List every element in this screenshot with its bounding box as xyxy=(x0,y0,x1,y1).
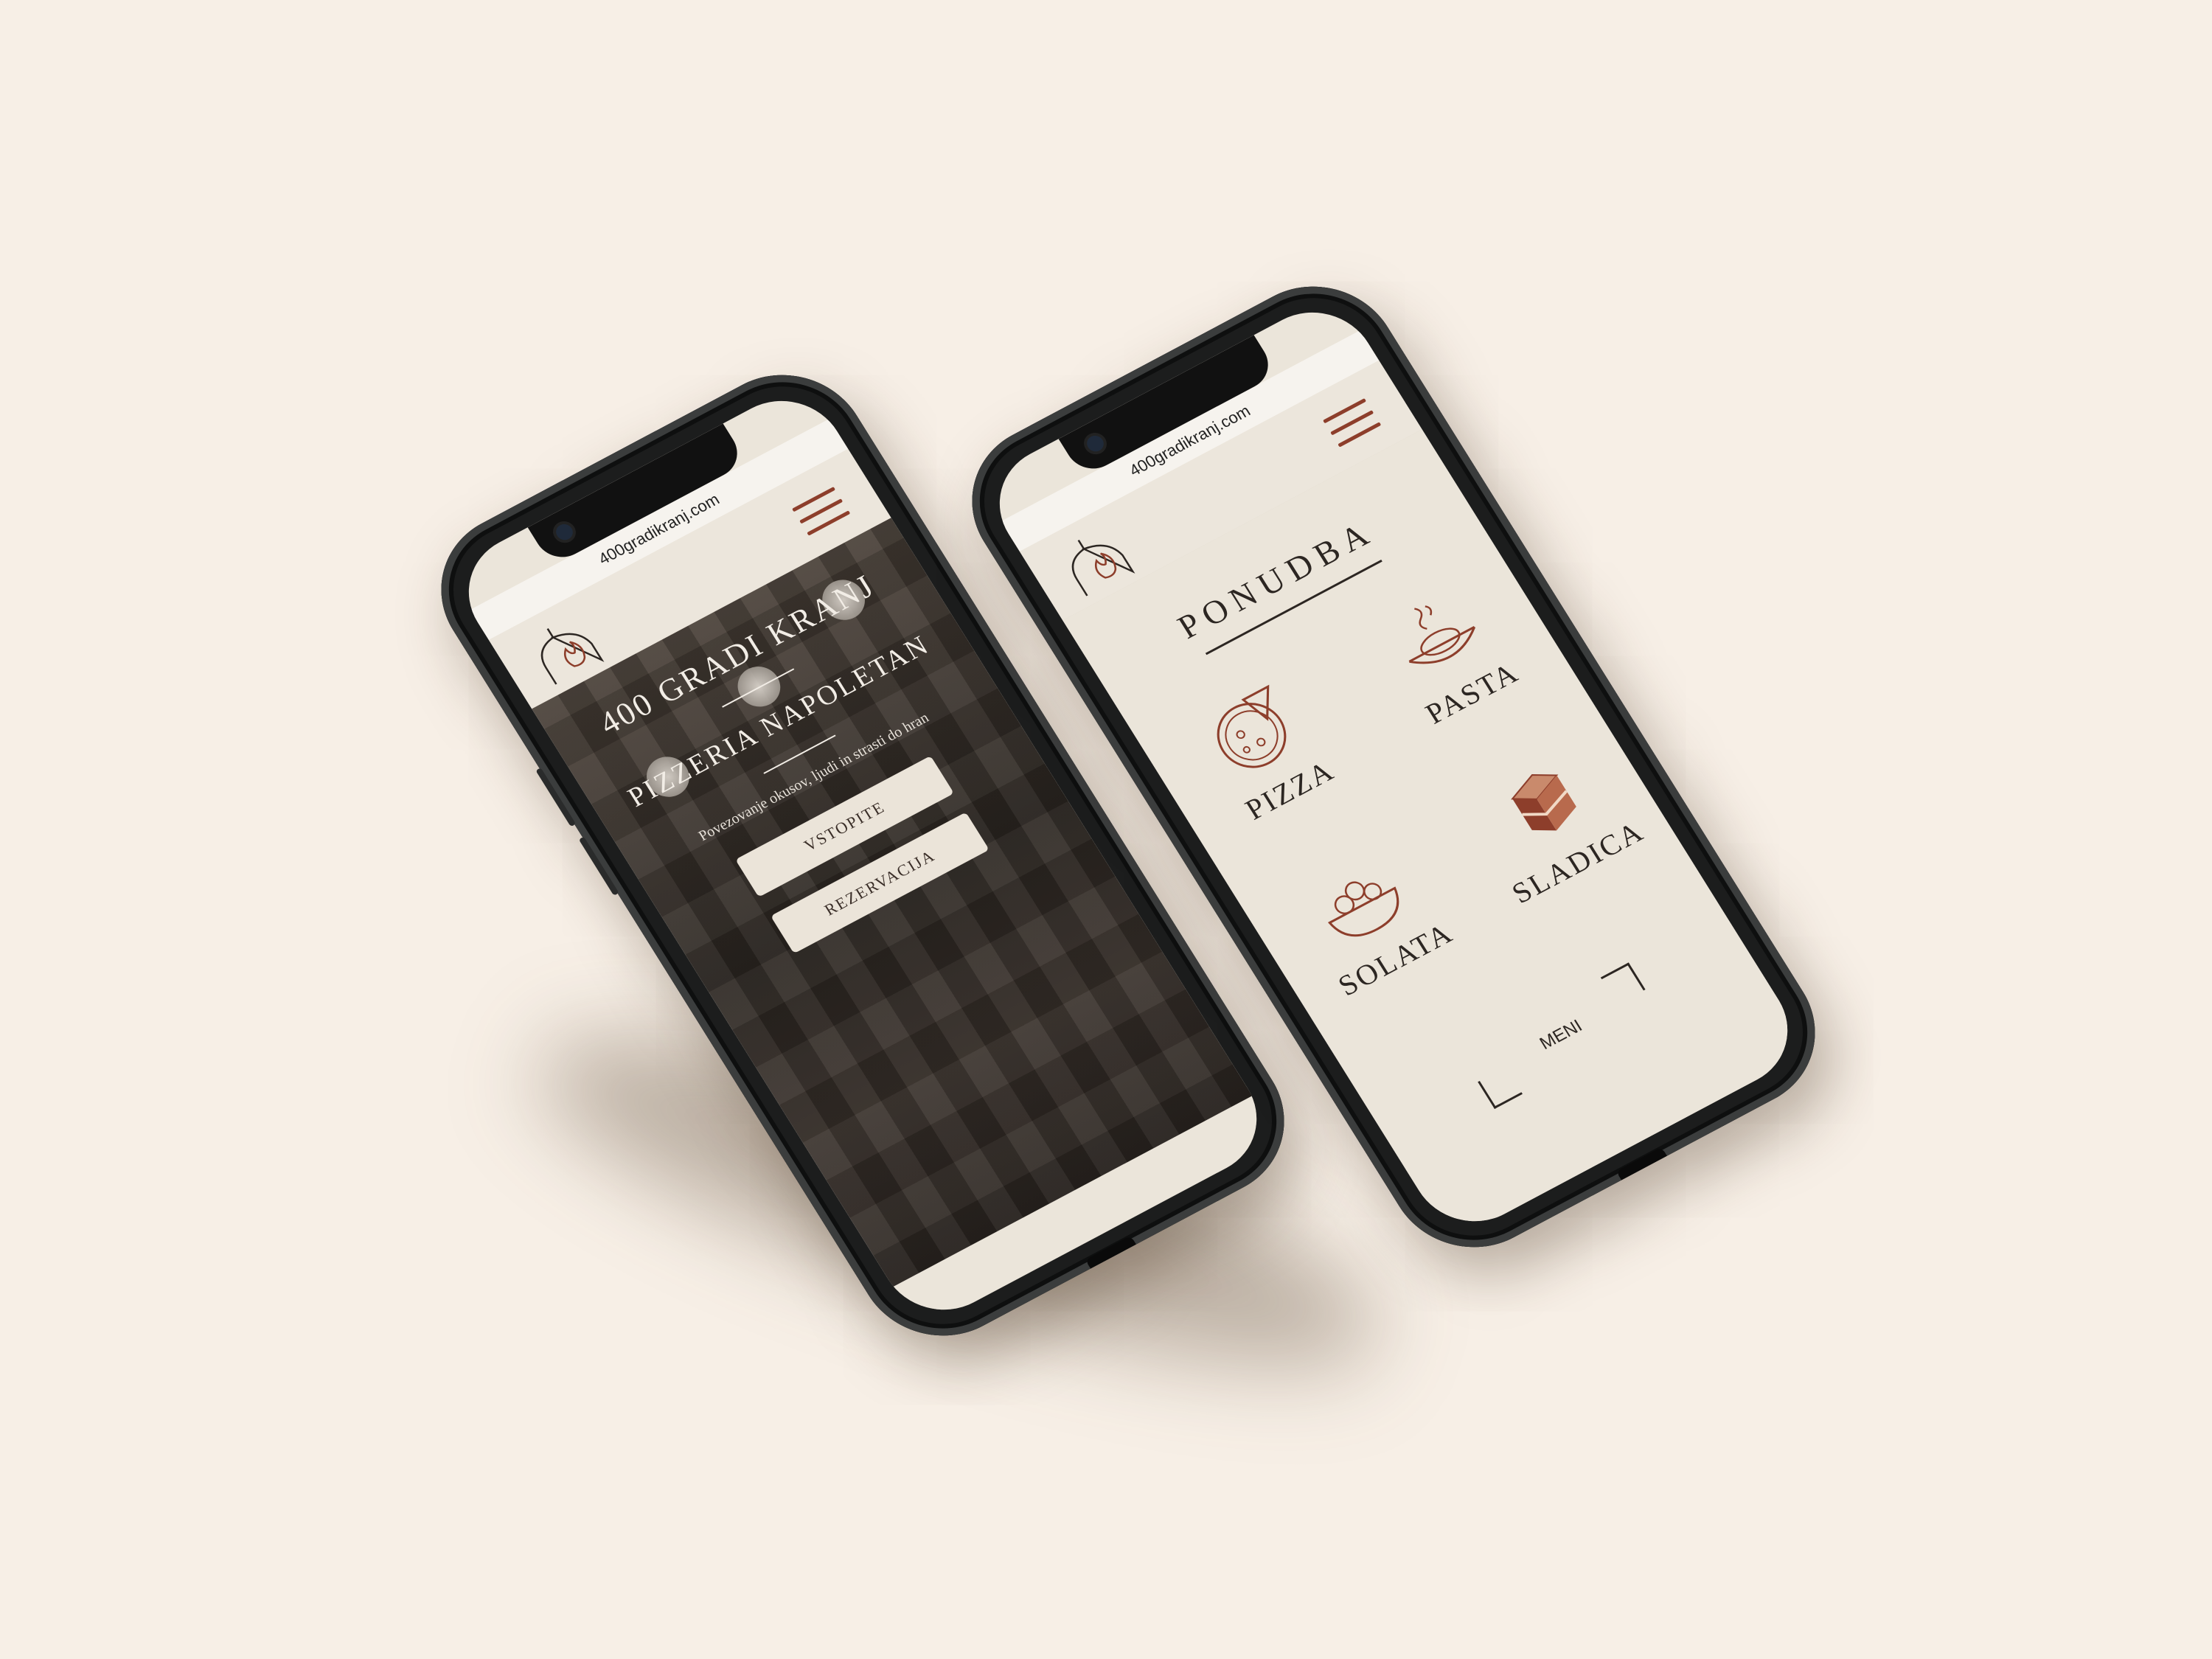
volume-button xyxy=(578,836,619,896)
category-dessert[interactable]: SLADICA xyxy=(1442,728,1666,918)
meni-label: MENI xyxy=(1536,1015,1586,1054)
category-salad[interactable]: SOLATA xyxy=(1260,825,1484,1015)
hamburger-menu-icon[interactable] xyxy=(791,487,851,536)
volume-button xyxy=(535,768,577,827)
camera-icon xyxy=(552,521,577,543)
camera-icon xyxy=(1083,433,1107,455)
category-pizza[interactable]: PIZZA xyxy=(1154,655,1377,846)
hamburger-menu-icon[interactable] xyxy=(1322,398,1382,448)
category-pasta[interactable]: PASTA xyxy=(1336,559,1559,749)
cake-icon xyxy=(1511,774,1576,831)
charging-port xyxy=(1615,1147,1667,1180)
meni-button[interactable]: MENI xyxy=(1459,962,1663,1109)
